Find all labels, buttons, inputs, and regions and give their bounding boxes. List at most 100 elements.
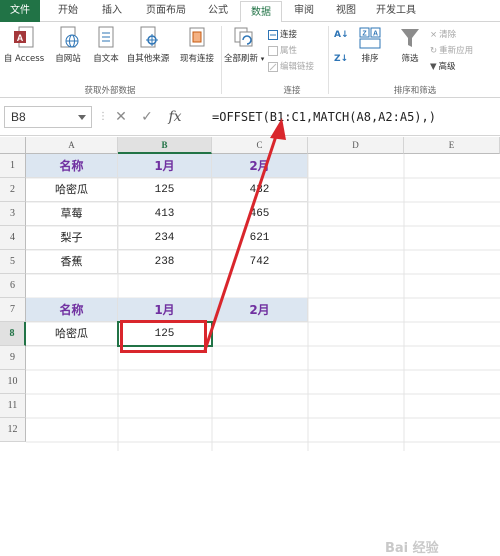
column-header-a[interactable]: A [26, 137, 118, 154]
refresh-all-label: 全部刷新 [224, 54, 259, 64]
tab-file[interactable]: 文件 [0, 0, 40, 22]
cell-b4[interactable]: 234 [118, 226, 212, 250]
select-all-corner[interactable] [0, 137, 26, 154]
row-header-9[interactable]: 9 [0, 346, 26, 370]
row-header-2[interactable]: 2 [0, 178, 26, 202]
row-header-7[interactable]: 7 [0, 298, 26, 322]
clear-filter-label: 清除 [439, 30, 457, 40]
web-icon [60, 26, 79, 48]
cell-b3[interactable]: 413 [118, 202, 212, 226]
tab-developer[interactable]: 开发工具 [368, 0, 424, 22]
other-sources-icon [140, 26, 158, 48]
from-other-sources-button[interactable]: 自其他来源 [124, 26, 172, 64]
row-header-12[interactable]: 12 [0, 418, 26, 442]
formula-bar-grip-icon[interactable]: ⋮ [98, 110, 108, 124]
filter-button[interactable]: 筛选 [394, 26, 426, 64]
filter-label: 筛选 [401, 54, 419, 64]
advanced-filter-icon: ▼ [430, 61, 437, 72]
clear-filter-button[interactable]: ⨯ 清除 [430, 28, 457, 41]
cancel-icon[interactable]: ✕ [110, 106, 132, 128]
svg-text:A: A [17, 33, 24, 43]
access-icon: A [14, 26, 34, 48]
from-text-button[interactable]: 自文本 [88, 26, 124, 64]
tab-formulas[interactable]: 公式 [198, 0, 238, 22]
sort-icon: Z A [359, 27, 381, 49]
sort-button[interactable]: Z A 排序 [354, 26, 386, 64]
formula-buttons: ✕ ✓ fx [104, 106, 190, 128]
cell-b2[interactable]: 125 [118, 178, 212, 202]
cell-c2[interactable]: 432 [212, 178, 308, 202]
group-label-external-data: 获取外部数据 [84, 86, 136, 96]
refresh-all-button[interactable]: 全部刷新 ▾ [224, 26, 264, 64]
existing-connections-icon [189, 27, 205, 47]
cell-c5[interactable]: 742 [212, 250, 308, 274]
cell-c7[interactable]: 2月 [212, 298, 308, 322]
row-header-5[interactable]: 5 [0, 250, 26, 274]
edit-links-button[interactable]: 编辑链接 [268, 60, 314, 72]
insert-function-icon[interactable]: fx [164, 106, 186, 128]
name-box-value: B8 [11, 110, 26, 124]
cell-a2[interactable]: 哈密瓜 [26, 178, 118, 202]
tab-page-layout[interactable]: 页面布局 [136, 0, 196, 22]
chevron-down-icon[interactable] [78, 115, 86, 120]
existing-connections-button[interactable]: 现有连接 [176, 26, 218, 64]
row-header-3[interactable]: 3 [0, 202, 26, 226]
tab-home[interactable]: 开始 [48, 0, 88, 22]
cell-a4[interactable]: 梨子 [26, 226, 118, 250]
spreadsheet-grid: A B C D E 1 2 3 4 5 6 7 8 9 10 11 12 名称 … [0, 137, 500, 556]
row-header-6[interactable]: 6 [0, 274, 26, 298]
row-header-11[interactable]: 11 [0, 394, 26, 418]
row-header-4[interactable]: 4 [0, 226, 26, 250]
column-header-b[interactable]: B [118, 137, 212, 154]
column-header-e[interactable]: E [404, 137, 500, 154]
row-header-8[interactable]: 8 [0, 322, 26, 346]
edit-links-icon [268, 61, 278, 72]
cell-b7[interactable]: 1月 [118, 298, 212, 322]
column-header-c[interactable]: C [212, 137, 308, 154]
advanced-filter-button[interactable]: ▼ 高级 [430, 60, 456, 73]
cell-b1[interactable]: 1月 [118, 154, 212, 178]
cell-c1[interactable]: 2月 [212, 154, 308, 178]
cell-b5[interactable]: 238 [118, 250, 212, 274]
sort-ascending-button[interactable]: A↓ [334, 30, 349, 40]
name-box[interactable]: B8 [4, 106, 92, 128]
column-header-d[interactable]: D [308, 137, 404, 154]
advanced-filter-label: 高级 [438, 62, 456, 72]
formula-input[interactable]: =OFFSET(B1:C1,MATCH(A8,A2:A5),) [204, 106, 496, 128]
cell-a7[interactable]: 名称 [26, 298, 118, 322]
ribbon-tab-bar: 文件 开始 插入 页面布局 公式 数据 审阅 视图 开发工具 [0, 0, 500, 23]
cell-c4[interactable]: 621 [212, 226, 308, 250]
tab-review[interactable]: 审阅 [284, 0, 324, 22]
watermark: Bai 经验 [385, 541, 439, 556]
from-other-label: 自其他来源 [126, 54, 170, 64]
tab-view[interactable]: 视图 [326, 0, 366, 22]
sort-descending-button[interactable]: Z↓ [334, 54, 348, 64]
refresh-icon [234, 27, 253, 47]
group-label-connections: 连接 [283, 86, 301, 96]
tab-data[interactable]: 数据 [240, 1, 282, 23]
edit-links-label: 编辑链接 [280, 62, 315, 72]
row-header-1[interactable]: 1 [0, 154, 26, 178]
ribbon: A 自 Access 自网站 自文本 自其他来源 现有连接 获取外部数据 全部刷… [0, 22, 500, 98]
from-access-button[interactable]: A 自 Access [2, 26, 46, 64]
enter-icon[interactable]: ✓ [136, 106, 158, 128]
reapply-button[interactable]: ↻ 重新应用 [430, 44, 473, 57]
connections-label: 连接 [280, 30, 298, 40]
filter-icon [401, 29, 419, 47]
connections-icon [268, 29, 278, 40]
cell-a3[interactable]: 草莓 [26, 202, 118, 226]
cell-a8[interactable]: 哈密瓜 [26, 322, 118, 346]
cell-c3[interactable]: 465 [212, 202, 308, 226]
text-file-icon [98, 26, 114, 48]
connections-button[interactable]: 连接 [268, 28, 297, 40]
cell-a5[interactable]: 香蕉 [26, 250, 118, 274]
cell-a1[interactable]: 名称 [26, 154, 118, 178]
properties-button[interactable]: 属性 [268, 44, 297, 56]
sort-az-icon: A↓ [334, 30, 349, 40]
tab-insert[interactable]: 插入 [92, 0, 132, 22]
row-header-10[interactable]: 10 [0, 370, 26, 394]
ribbon-separator [221, 26, 222, 94]
sort-label: 排序 [361, 54, 379, 64]
from-web-button[interactable]: 自网站 [50, 26, 86, 64]
formula-bar: B8 ⋮ ✕ ✓ fx =OFFSET(B1:C1,MATCH(A8,A2:A5… [0, 98, 500, 136]
